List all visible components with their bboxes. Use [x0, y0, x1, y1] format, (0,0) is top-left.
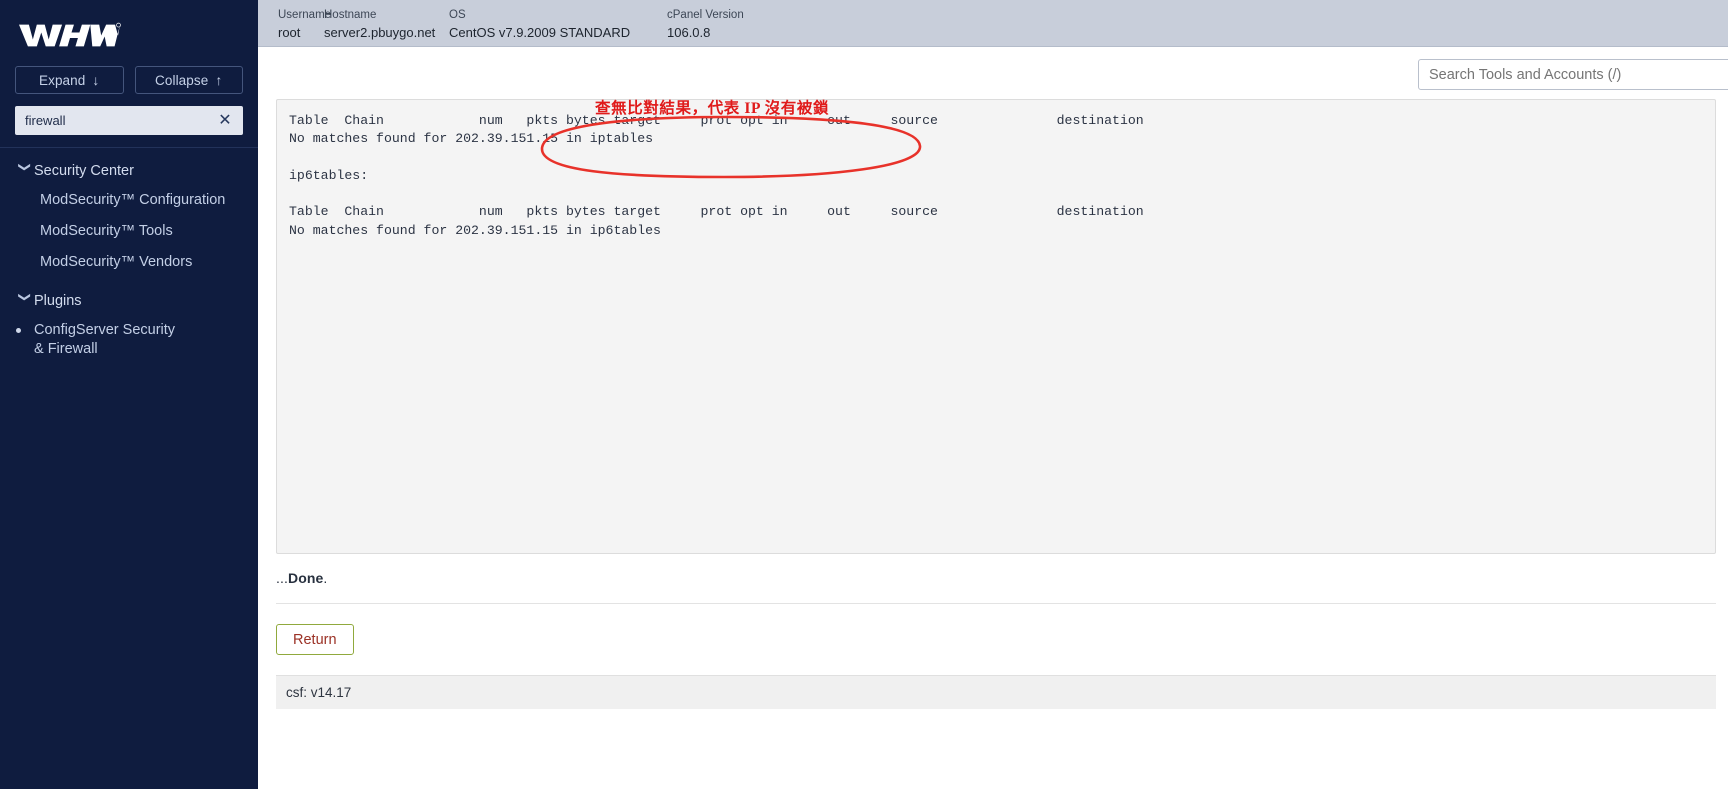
server-info-username: Username root	[278, 8, 324, 42]
sidebar-item-modsecurity-tools[interactable]: ModSecurity™ Tools	[0, 216, 258, 247]
field-label: Hostname	[324, 8, 449, 23]
terminal-blank-1	[289, 149, 1715, 167]
status-done-suffix: .	[323, 570, 327, 586]
divider	[276, 603, 1716, 604]
terminal-output-panel: Table Chain num pkts bytes target prot o…	[276, 99, 1716, 554]
chevron-down-icon: ❯	[18, 162, 32, 180]
arrow-up-icon: ↑	[215, 73, 222, 87]
whm-app: Expand ↓ Collapse ↑ ✕ ❯ Security Center …	[0, 0, 1728, 789]
sidebar-search: ✕	[15, 106, 243, 135]
sidebar-group-label: Security Center	[34, 163, 134, 179]
terminal-line-ip6-title: ip6tables:	[289, 167, 1715, 185]
status-done-label: Done	[288, 570, 323, 586]
collapse-button[interactable]: Collapse ↑	[135, 66, 244, 94]
toolbar	[258, 47, 1728, 99]
sidebar-nav: ❯ Security Center ModSecurity™ Configura…	[0, 148, 258, 365]
status-done: ...Done.	[276, 554, 1728, 586]
sidebar-group-security-center[interactable]: ❯ Security Center	[0, 157, 258, 185]
expand-label: Expand	[39, 73, 85, 88]
chevron-down-icon: ❯	[18, 292, 32, 310]
expand-button[interactable]: Expand ↓	[15, 66, 124, 94]
sidebar-item-label: ConfigServer Security & Firewall	[34, 321, 184, 359]
server-info-hostname: Hostname server2.pbuygo.net	[324, 8, 449, 42]
terminal-line-ipv4-result: No matches found for 202.39.151.15 in ip…	[289, 130, 1715, 148]
field-value: server2.pbuygo.net	[324, 24, 449, 42]
sidebar-group-label: Plugins	[34, 293, 82, 309]
field-label: OS	[449, 8, 667, 23]
terminal-line-ip6-result: No matches found for 202.39.151.15 in ip…	[289, 222, 1715, 240]
field-value: 106.0.8	[667, 24, 744, 42]
sidebar-search-input[interactable]	[25, 106, 216, 135]
search-input[interactable]	[1418, 59, 1728, 90]
arrow-down-icon: ↓	[92, 73, 99, 87]
terminal-blank-2	[289, 185, 1715, 203]
collapse-label: Collapse	[155, 73, 208, 88]
sidebar-item-modsecurity-vendors[interactable]: ModSecurity™ Vendors	[0, 247, 258, 278]
sidebar-tree-controls: Expand ↓ Collapse ↑	[0, 52, 258, 94]
server-info-cpanel-version: cPanel Version 106.0.8	[667, 8, 744, 42]
close-icon[interactable]: ✕	[216, 112, 234, 130]
main-pane: Username root Hostname server2.pbuygo.ne…	[258, 0, 1728, 789]
field-label: cPanel Version	[667, 8, 744, 23]
terminal-line-ip6-header: Table Chain num pkts bytes target prot o…	[289, 203, 1715, 221]
return-button[interactable]: Return	[276, 624, 354, 655]
terminal-line-ipv4-header: Table Chain num pkts bytes target prot o…	[289, 112, 1715, 130]
sidebar: Expand ↓ Collapse ↑ ✕ ❯ Security Center …	[0, 0, 258, 789]
server-info-bar: Username root Hostname server2.pbuygo.ne…	[258, 0, 1728, 47]
sidebar-item-configserver-security-firewall[interactable]: ConfigServer Security & Firewall	[0, 315, 258, 365]
content-area: Table Chain num pkts bytes target prot o…	[258, 99, 1728, 709]
csf-version-label: csf: v14.17	[286, 685, 351, 700]
csf-version-footer: csf: v14.17	[276, 675, 1716, 709]
bullet-icon	[16, 321, 34, 333]
sidebar-item-modsecurity-configuration[interactable]: ModSecurity™ Configuration	[0, 185, 258, 216]
whm-logo[interactable]	[18, 18, 122, 52]
field-value: root	[278, 24, 324, 42]
field-label: Username	[278, 8, 324, 23]
sidebar-group-plugins[interactable]: ❯ Plugins	[0, 287, 258, 315]
status-done-prefix: ...	[276, 570, 288, 586]
